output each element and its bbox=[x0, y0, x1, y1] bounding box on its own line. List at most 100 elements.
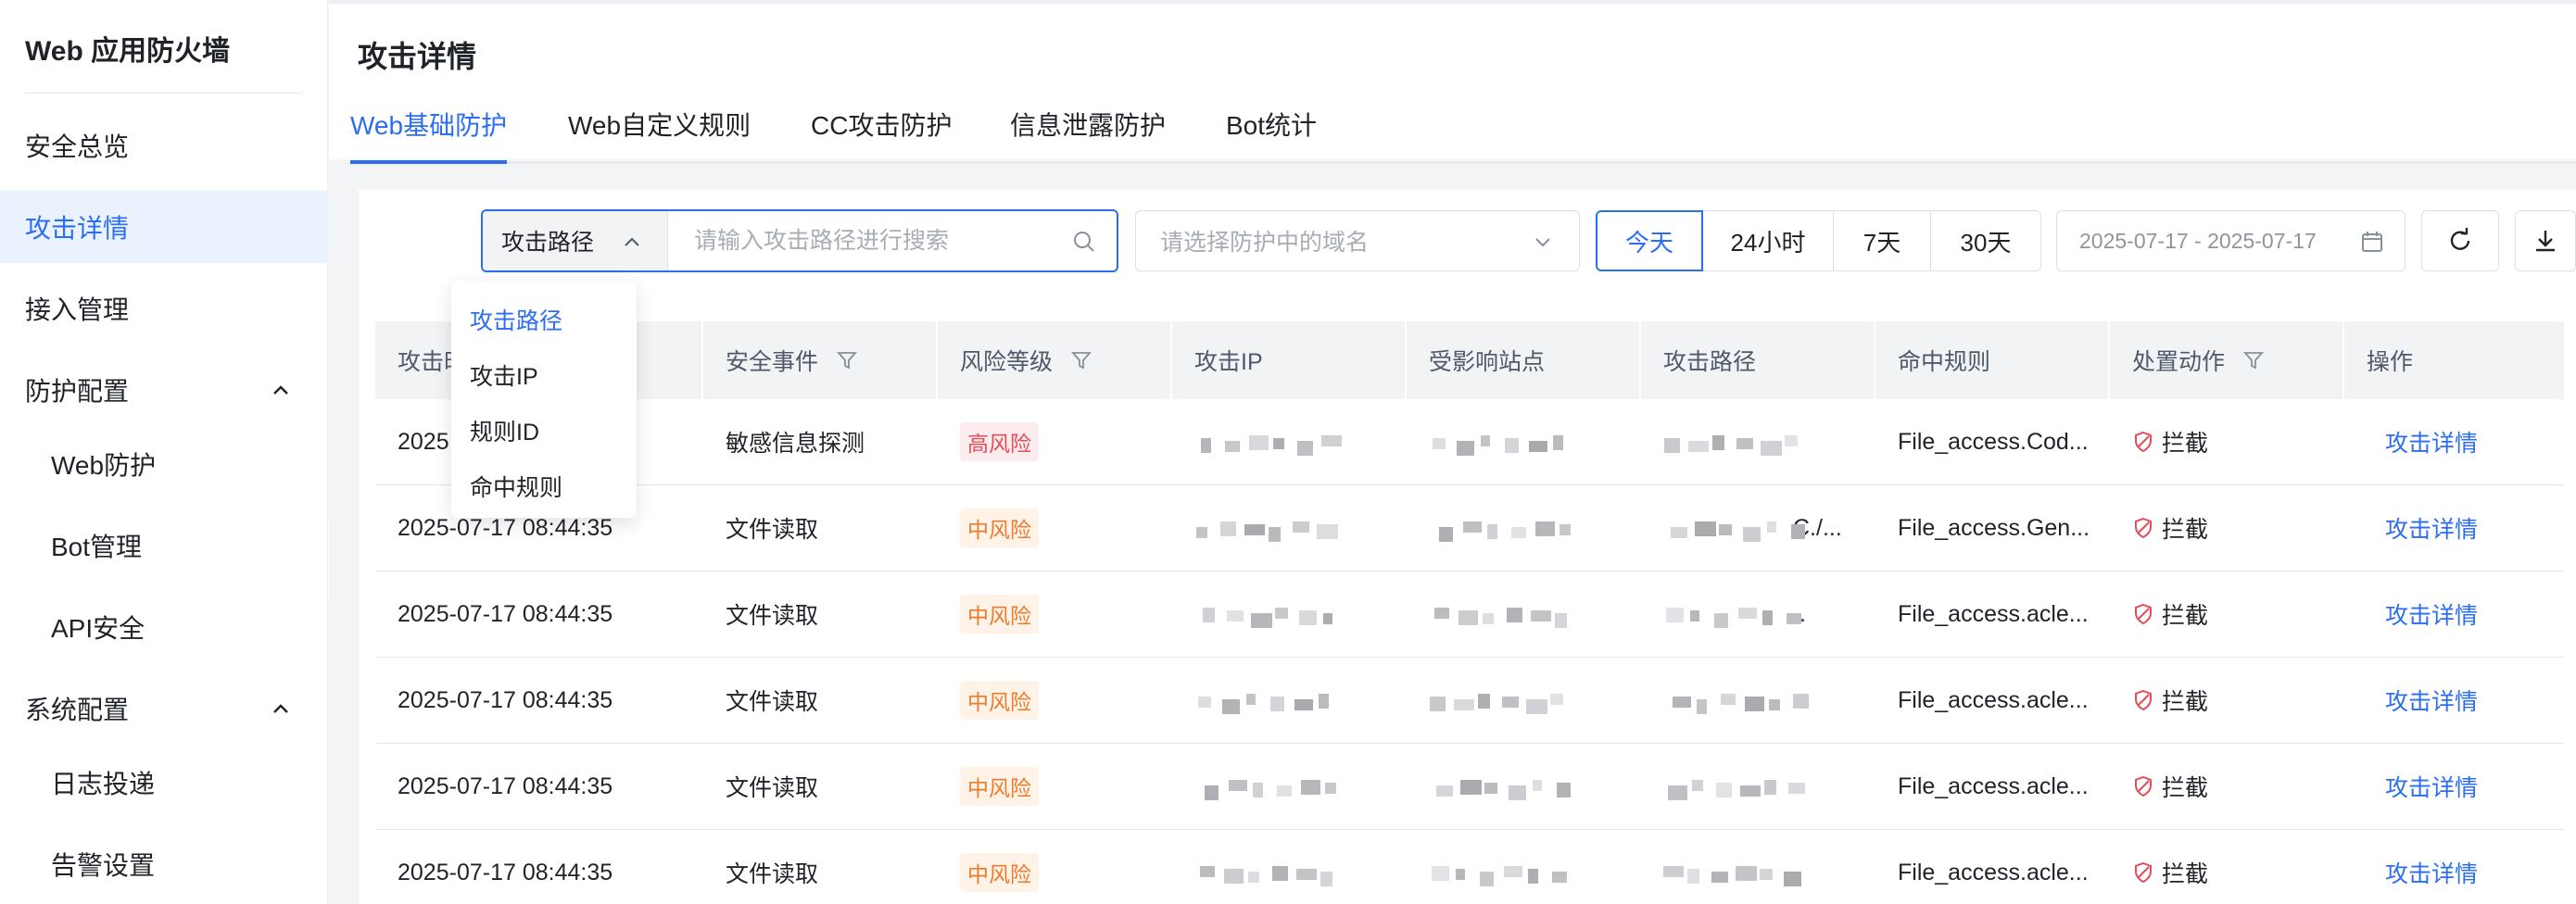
risk-badge: 中风险 bbox=[960, 508, 1039, 547]
date-range-picker[interactable]: 2025-07-17 - 2025-07-17 bbox=[2056, 210, 2406, 271]
refresh-button[interactable] bbox=[2421, 210, 2499, 271]
attack-details-link[interactable]: 攻击详情 bbox=[2367, 770, 2478, 803]
cell-hit-rule: File_access.acle... bbox=[1898, 772, 2089, 799]
cell-operation: 攻击详情 bbox=[2344, 399, 2564, 484]
nav-item-alert-settings[interactable]: 告警设置 bbox=[0, 828, 328, 900]
cell-security-event: 文件读取 bbox=[726, 517, 819, 543]
filter-icon[interactable] bbox=[1071, 350, 1092, 370]
redacted-value bbox=[1429, 772, 1586, 800]
redacted-value bbox=[1194, 686, 1352, 714]
attack-details-link[interactable]: 攻击详情 bbox=[2367, 597, 2478, 631]
risk-badge: 中风险 bbox=[960, 681, 1039, 720]
table-row: 2025 敏感信息探测 高风险 File_access.Cod... 拦截 攻击详情 bbox=[375, 399, 2564, 485]
redacted-value bbox=[1194, 514, 1352, 542]
attack-details-link[interactable]: 攻击详情 bbox=[2367, 684, 2478, 717]
attack-details-link[interactable]: 攻击详情 bbox=[2367, 856, 2478, 889]
nav-group-protection-config[interactable]: 防护配置 bbox=[0, 354, 328, 426]
tab-info-leak-protection[interactable]: 信息泄露防护 bbox=[1010, 106, 1166, 163]
nav-item-bot-management[interactable]: Bot管理 bbox=[0, 509, 328, 582]
cell-risk-level: 高风险 bbox=[938, 399, 1172, 484]
chevron-up-icon bbox=[273, 385, 288, 395]
cell-security-event: 文件读取 bbox=[726, 689, 819, 715]
table-row: 2025-07-17 08:44:35 文件读取 中风险 File_access.ac… bbox=[375, 744, 2564, 830]
main-content: 攻击详情 Web基础防护 Web自定义规则 CC攻击防护 信息泄露防护 Bot统… bbox=[329, 0, 2576, 904]
nav-group-system-config[interactable]: 系统配置 bbox=[0, 672, 328, 745]
cell-security-event: 文件读取 bbox=[726, 861, 819, 887]
search-field-value: 攻击路径 bbox=[501, 230, 595, 256]
range-today-button[interactable]: 今天 bbox=[1596, 210, 1703, 271]
chevron-up-icon bbox=[625, 237, 639, 246]
dropdown-option-attack-ip[interactable]: 攻击IP bbox=[451, 347, 637, 403]
tab-bar: Web基础防护 Web自定义规则 CC攻击防护 信息泄露防护 Bot统计 bbox=[350, 106, 2576, 164]
nav-item-access-management[interactable]: 接入管理 bbox=[0, 272, 328, 345]
attack-details-link[interactable]: 攻击详情 bbox=[2367, 425, 2478, 458]
cell-attack-time: 2025-07-17 08:44:35 bbox=[398, 686, 613, 713]
tab-bot-stats[interactable]: Bot统计 bbox=[1226, 106, 1317, 163]
nav-item-api-security[interactable]: API安全 bbox=[0, 591, 328, 663]
tab-web-basic-protection[interactable]: Web基础防护 bbox=[350, 106, 508, 164]
cell-hit-rule: File_access.acle... bbox=[1898, 859, 2089, 885]
nav-item-label: 告警设置 bbox=[51, 851, 156, 880]
dropdown-option-hit-rule[interactable]: 命中规则 bbox=[451, 458, 637, 514]
chevron-up-icon bbox=[273, 704, 288, 713]
cell-action: 拦截 bbox=[2110, 485, 2344, 571]
redacted-value bbox=[1194, 428, 1352, 456]
search-icon[interactable] bbox=[1072, 230, 1096, 254]
action-label: 拦截 bbox=[2162, 775, 2209, 801]
cell-operation: 攻击详情 bbox=[2344, 485, 2564, 571]
redacted-value bbox=[1429, 514, 1586, 542]
cell-risk-level: 中风险 bbox=[938, 744, 1172, 829]
nav-item-overview[interactable]: 安全总览 bbox=[0, 109, 328, 182]
filter-icon[interactable] bbox=[837, 350, 857, 370]
cell-affected-site-redacted bbox=[1407, 571, 1641, 657]
range-24h-button[interactable]: 24小时 bbox=[1702, 210, 1834, 271]
domain-select[interactable]: 请选择防护中的域名 bbox=[1135, 210, 1580, 271]
cell-attack-ip-redacted bbox=[1172, 485, 1407, 571]
range-7d-button[interactable]: 7天 bbox=[1833, 210, 1931, 271]
column-header-action: 处置动作 bbox=[2110, 321, 2344, 399]
attack-details-link[interactable]: 攻击详情 bbox=[2367, 511, 2478, 545]
risk-badge: 中风险 bbox=[960, 853, 1039, 892]
calendar-icon bbox=[2362, 232, 2382, 252]
cell-risk-level: 中风险 bbox=[938, 830, 1172, 904]
nav-item-label: Bot管理 bbox=[51, 533, 143, 561]
risk-badge: 中风险 bbox=[960, 767, 1039, 806]
cell-hit-rule: File_access.Cod... bbox=[1898, 428, 2089, 455]
cell-attack-ip-redacted bbox=[1172, 399, 1407, 484]
nav-item-attack-details[interactable]: 攻击详情 bbox=[0, 191, 328, 263]
nav-item-web-protection[interactable]: Web防护 bbox=[0, 428, 328, 500]
nav-item-log-delivery[interactable]: 日志投递 bbox=[0, 747, 328, 819]
cell-risk-level: 中风险 bbox=[938, 485, 1172, 571]
cell-security-event: 文件读取 bbox=[726, 775, 819, 801]
dropdown-option-rule-id[interactable]: 规则ID bbox=[451, 403, 637, 458]
cell-attack-ip-redacted bbox=[1172, 658, 1407, 743]
search-input[interactable] bbox=[668, 211, 1117, 270]
risk-badge: 高风险 bbox=[960, 422, 1039, 461]
download-button[interactable] bbox=[2515, 210, 2576, 271]
redacted-value bbox=[1663, 772, 1805, 800]
column-header-security-event: 安全事件 bbox=[703, 321, 938, 399]
redacted-value bbox=[1429, 686, 1586, 714]
tab-cc-protection[interactable]: CC攻击防护 bbox=[811, 106, 952, 163]
app-title: Web 应用防火墙 bbox=[25, 36, 231, 67]
risk-badge: 中风险 bbox=[960, 595, 1039, 634]
nav-item-label: 安全总览 bbox=[25, 132, 130, 161]
dropdown-option-attack-path[interactable]: 攻击路径 bbox=[451, 292, 637, 347]
cell-affected-site-redacted bbox=[1407, 399, 1641, 484]
table-row: 2025-07-17 08:44:35 文件读取 中风险.. File_access.… bbox=[375, 571, 2564, 658]
cell-affected-site-redacted bbox=[1407, 830, 1641, 904]
cell-affected-site-redacted bbox=[1407, 744, 1641, 829]
filter-icon[interactable] bbox=[2243, 350, 2264, 370]
cell-attack-time: 2025-07-17 08:44:35 bbox=[398, 859, 613, 885]
table-header: 攻击时间 安全事件 风险等级 攻击IP 受影响站点 攻击路径 命中规则 处置动作… bbox=[375, 321, 2564, 399]
action-label: 拦截 bbox=[2162, 517, 2209, 543]
nav-item-label: 攻击详情 bbox=[25, 214, 130, 243]
action-label: 拦截 bbox=[2162, 603, 2209, 629]
tab-web-custom-rules[interactable]: Web自定义规则 bbox=[568, 106, 751, 163]
search-field-select[interactable]: 攻击路径 bbox=[483, 211, 668, 270]
page-header: 攻击详情 Web基础防护 Web自定义规则 CC攻击防护 信息泄露防护 Bot统… bbox=[329, 0, 2576, 164]
column-header-risk-level: 风险等级 bbox=[938, 321, 1172, 399]
column-header-hit-rule: 命中规则 bbox=[1875, 321, 2110, 399]
range-30d-button[interactable]: 30天 bbox=[1930, 210, 2041, 271]
cell-hit-rule: File_access.acle... bbox=[1898, 600, 2089, 627]
